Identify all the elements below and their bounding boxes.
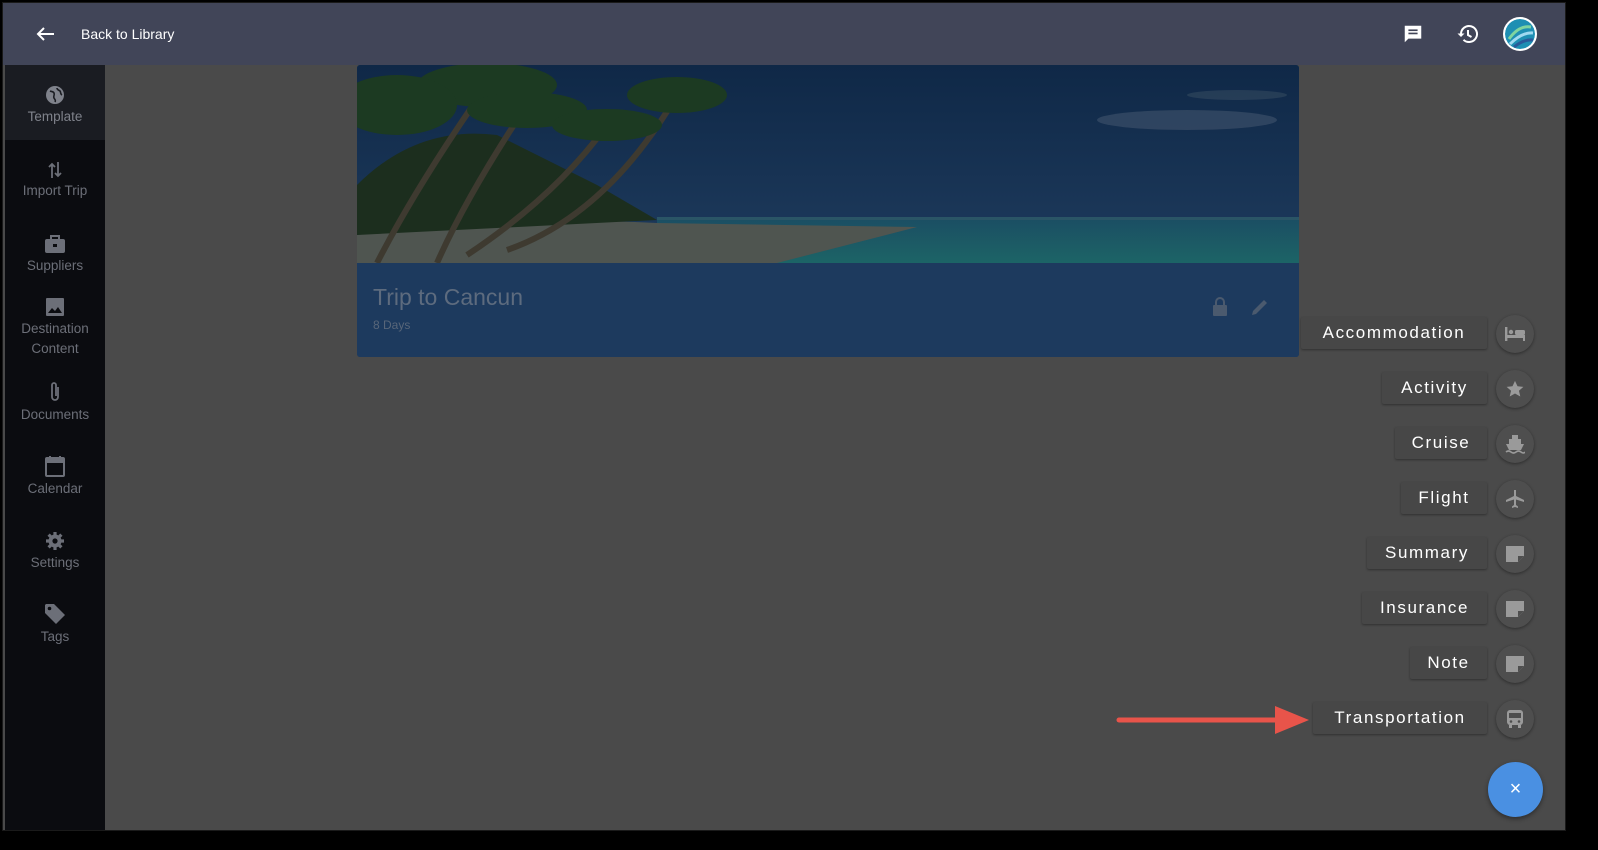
annotation-arrow bbox=[1116, 706, 1309, 734]
trip-card-body: Trip to Cancun 8 Days bbox=[357, 263, 1299, 357]
chat-icon bbox=[1404, 25, 1422, 43]
speed-dial-summary-button[interactable] bbox=[1496, 535, 1534, 573]
top-bar: Back to Library bbox=[3, 3, 1565, 65]
tag-icon bbox=[44, 603, 66, 625]
sidebar-item-label: Template bbox=[27, 109, 83, 124]
back-button[interactable] bbox=[29, 20, 61, 48]
speed-dial-activity-label[interactable]: Activity bbox=[1382, 372, 1487, 404]
speed-dial-cruise-button[interactable] bbox=[1496, 425, 1534, 463]
sidebar-item-label: Suppliers bbox=[26, 258, 84, 273]
speed-dial-transportation-label[interactable]: Transportation bbox=[1313, 702, 1487, 734]
globe-icon bbox=[45, 83, 65, 105]
sidebar-item-label: Documents bbox=[20, 407, 90, 422]
avatar-logo-icon bbox=[1505, 19, 1535, 49]
speed-dial-insurance-label[interactable]: Insurance bbox=[1362, 592, 1487, 624]
edit-pencil-icon[interactable] bbox=[1248, 295, 1272, 319]
briefcase-icon bbox=[44, 232, 66, 254]
import-arrows-icon bbox=[47, 157, 63, 179]
bus-icon bbox=[1507, 710, 1523, 728]
close-speed-dial-fab[interactable]: × bbox=[1488, 762, 1543, 817]
app-window: Back to Library Template Import Trip Sup… bbox=[2, 2, 1566, 831]
speed-dial-cruise-label[interactable]: Cruise bbox=[1395, 427, 1487, 459]
airplane-icon bbox=[1506, 490, 1524, 508]
speed-dial-flight-button[interactable] bbox=[1496, 480, 1534, 518]
speed-dial-accommodation-button[interactable] bbox=[1496, 315, 1534, 353]
trip-title: Trip to Cancun bbox=[373, 284, 523, 310]
back-to-library-link[interactable]: Back to Library bbox=[81, 26, 174, 42]
sidebar-item-import-trip[interactable]: Import Trip bbox=[5, 157, 105, 231]
sidebar-item-calendar[interactable]: Calendar bbox=[5, 455, 105, 529]
sidebar-item-documents[interactable]: Documents bbox=[5, 381, 105, 455]
trip-duration: 8 Days bbox=[373, 318, 411, 332]
bed-icon bbox=[1505, 327, 1525, 341]
image-icon bbox=[45, 295, 65, 317]
sidebar-item-label: Settings bbox=[30, 555, 80, 570]
sidebar-item-label: Tags bbox=[40, 629, 70, 644]
paperclip-icon bbox=[49, 381, 61, 403]
sidebar: Template Import Trip Suppliers Destinati… bbox=[5, 65, 105, 830]
speed-dial-flight-label[interactable]: Flight bbox=[1401, 482, 1487, 514]
speed-dial-summary-label[interactable]: Summary bbox=[1367, 537, 1487, 569]
sidebar-item-tags[interactable]: Tags bbox=[5, 603, 105, 677]
history-button[interactable] bbox=[1454, 20, 1482, 48]
avatar[interactable] bbox=[1503, 17, 1537, 51]
speed-dial-note-label[interactable]: Note bbox=[1410, 647, 1487, 679]
speed-dial-note-button[interactable] bbox=[1496, 645, 1534, 683]
note-icon bbox=[1506, 656, 1524, 672]
sidebar-item-destination-content[interactable]: Destination Content bbox=[5, 295, 105, 369]
chat-button[interactable] bbox=[1399, 20, 1427, 48]
hero-image bbox=[357, 65, 1299, 263]
gear-icon bbox=[45, 529, 65, 551]
lock-icon[interactable] bbox=[1208, 295, 1232, 319]
close-icon: × bbox=[1509, 778, 1522, 800]
speed-dial-activity-button[interactable] bbox=[1496, 370, 1534, 408]
note-icon bbox=[1506, 601, 1524, 617]
speed-dial-accommodation-label[interactable]: Accommodation bbox=[1301, 317, 1487, 349]
trip-card[interactable]: Trip to Cancun 8 Days bbox=[357, 65, 1299, 357]
sidebar-item-label: Destination Content bbox=[21, 321, 89, 356]
speed-dial-transportation-button[interactable] bbox=[1496, 700, 1534, 738]
history-icon bbox=[1457, 25, 1478, 43]
note-icon bbox=[1506, 546, 1524, 562]
ship-icon bbox=[1505, 435, 1525, 454]
arrow-back-icon bbox=[36, 27, 54, 41]
sidebar-item-settings[interactable]: Settings bbox=[5, 529, 105, 603]
speed-dial-insurance-button[interactable] bbox=[1496, 590, 1534, 628]
star-icon bbox=[1506, 380, 1524, 397]
sidebar-item-template[interactable]: Template bbox=[5, 65, 105, 140]
sidebar-item-label: Import Trip bbox=[22, 183, 88, 198]
calendar-icon bbox=[45, 455, 65, 477]
sidebar-item-label: Calendar bbox=[27, 481, 83, 496]
